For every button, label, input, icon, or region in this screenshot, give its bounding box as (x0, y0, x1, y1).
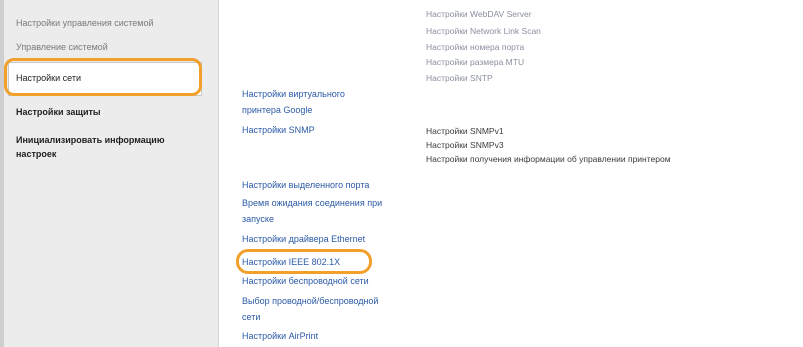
sidebar-item-security-settings[interactable]: Настройки защиты (16, 106, 101, 119)
list-item-snmpv3[interactable]: Настройки SNMPv3 (426, 140, 504, 151)
link-wired-wireless-line1[interactable]: Выбор проводной/беспроводной (242, 294, 378, 309)
sidebar-item-initialize-settings[interactable]: Инициализировать информацию (16, 134, 165, 147)
link-wireless-settings[interactable]: Настройки беспроводной сети (242, 274, 369, 289)
link-wired-wireless-line2[interactable]: сети (242, 310, 260, 325)
link-google-print-line2[interactable]: принтера Google (242, 103, 312, 118)
link-ethernet-driver[interactable]: Настройки драйвера Ethernet (242, 232, 365, 247)
sidebar: Настройки управления системой Управление… (0, 0, 219, 347)
list-item-snmpv1[interactable]: Настройки SNMPv1 (426, 126, 504, 137)
sidebar-item-system-management[interactable]: Управление системой (16, 41, 108, 54)
list-item-printer-management-info[interactable]: Настройки получения информации об управл… (426, 154, 671, 165)
list-item-network-link-scan[interactable]: Настройки Network Link Scan (426, 26, 541, 37)
list-item-port-number[interactable]: Настройки номера порта (426, 42, 524, 53)
sidebar-edge (0, 0, 4, 347)
highlight-ieee-8021x (236, 249, 372, 274)
sidebar-item-initialize-settings-line2[interactable]: настроек (16, 148, 56, 161)
link-airprint[interactable]: Настройки AirPrint (242, 329, 318, 344)
link-snmp[interactable]: Настройки SNMP (242, 123, 315, 138)
link-wait-time-line1[interactable]: Время ожидания соединения при (242, 196, 382, 211)
highlight-network-settings (4, 58, 202, 96)
link-wait-time-line2[interactable]: запуске (242, 212, 274, 227)
sidebar-item-system-management-settings[interactable]: Настройки управления системой (16, 17, 154, 30)
list-item-sntp[interactable]: Настройки SNTP (426, 73, 493, 84)
link-dedicated-port[interactable]: Настройки выделенного порта (242, 178, 369, 193)
list-item-mtu-size[interactable]: Настройки размера MTU (426, 57, 524, 68)
list-item-webdav[interactable]: Настройки WebDAV Server (426, 9, 532, 20)
link-google-print-line1[interactable]: Настройки виртуального (242, 87, 345, 102)
